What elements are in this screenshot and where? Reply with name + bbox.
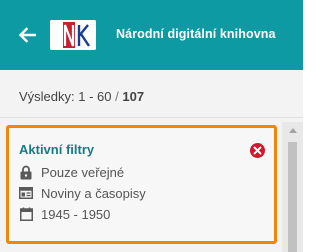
scrollbar-thumb[interactable] <box>288 142 297 252</box>
results-count: Výsledky: 1 - 60 / 107 <box>19 89 144 104</box>
filter-item[interactable]: Noviny a časopisy <box>19 184 146 202</box>
filter-item-label: Noviny a časopisy <box>41 185 146 201</box>
filter-item-label: Pouze veřejné <box>41 164 125 180</box>
scroll-up-button[interactable] <box>282 122 303 139</box>
lock-icon <box>19 164 33 180</box>
active-filters-card: Aktivní filtry Pouze veřejné Noviny a ča… <box>6 125 277 244</box>
back-button[interactable] <box>14 23 40 47</box>
header-title: Národní digitální knihovna <box>116 27 276 41</box>
results-total: 107 <box>122 89 145 104</box>
results-range: Výsledky: 1 - 60 <box>19 89 112 104</box>
app-header: Národní digitální knihovna <box>0 0 303 70</box>
arrow-left-icon <box>18 27 36 43</box>
filter-item[interactable]: Pouze veřejné <box>19 163 124 181</box>
nk-logo-mark <box>50 20 96 50</box>
triangle-up-icon <box>288 128 297 133</box>
results-separator: / <box>115 89 119 104</box>
calendar-icon <box>19 206 33 222</box>
nk-logo[interactable] <box>50 20 96 50</box>
filter-item[interactable]: 1945 - 1950 <box>19 205 110 223</box>
newspaper-icon <box>19 185 33 201</box>
clear-filters-button[interactable] <box>249 142 266 159</box>
divider <box>0 117 303 118</box>
scrollbar[interactable] <box>282 122 303 252</box>
active-filters-title: Aktivní filtry <box>19 142 95 157</box>
filter-item-label: 1945 - 1950 <box>41 206 111 222</box>
close-circle-icon <box>250 143 265 158</box>
results-panel: Výsledky: 1 - 60 / 107 Aktivní filtry Po… <box>0 70 303 252</box>
